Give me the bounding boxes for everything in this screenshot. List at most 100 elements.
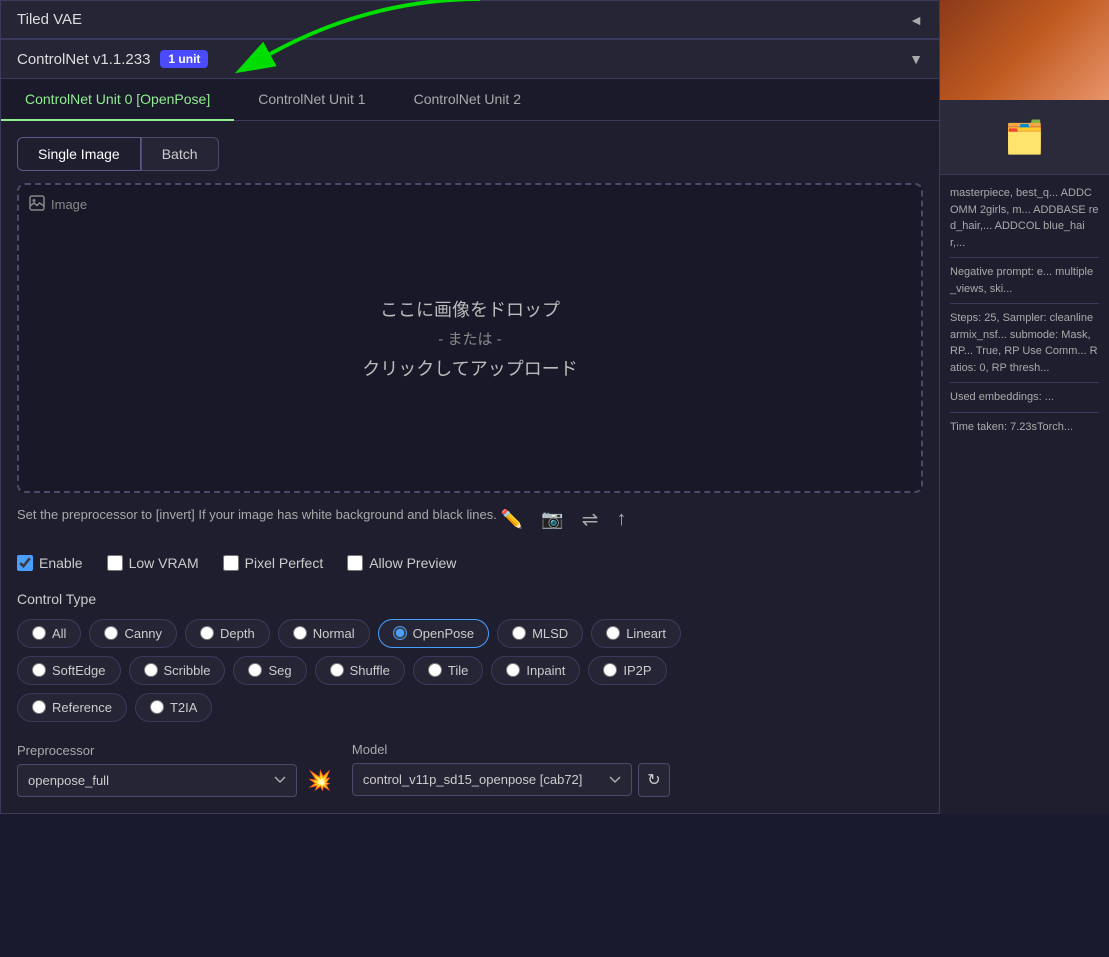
controlnet-content: ControlNet Unit 0 [OpenPose] ControlNet … xyxy=(0,79,940,814)
radio-shuffle[interactable]: Shuffle xyxy=(315,656,405,685)
radio-grid-row3: Reference T2IA xyxy=(17,693,923,722)
radio-softedge-label: SoftEdge xyxy=(52,663,106,678)
radio-shuffle-input[interactable] xyxy=(330,663,344,677)
right-divider-1 xyxy=(950,257,1099,258)
model-label: Model xyxy=(352,742,670,757)
radio-tile[interactable]: Tile xyxy=(413,656,483,685)
low-vram-label: Low VRAM xyxy=(129,555,199,571)
image-tabs: Single Image Batch xyxy=(17,137,923,171)
batch-tab[interactable]: Batch xyxy=(141,137,219,171)
radio-grid-row2: SoftEdge Scribble Seg Shuffle xyxy=(17,656,923,685)
radio-softedge-input[interactable] xyxy=(32,663,46,677)
refresh-btn[interactable]: ↻ xyxy=(638,763,670,797)
right-divider-4 xyxy=(950,412,1099,413)
radio-seg-label: Seg xyxy=(268,663,291,678)
inner-content: Single Image Batch xyxy=(1,121,939,813)
radio-inpaint-input[interactable] xyxy=(506,663,520,677)
radio-reference-input[interactable] xyxy=(32,700,46,714)
enable-checkbox-item[interactable]: Enable xyxy=(17,555,83,571)
pixel-perfect-checkbox[interactable] xyxy=(223,555,239,571)
left-panel: Tiled VAE ◄ ControlNet v1.1.233 1 unit ▼ xyxy=(0,0,940,814)
info-row: Set the preprocessor to [invert] If your… xyxy=(17,505,923,539)
radio-openpose-input[interactable] xyxy=(393,626,407,640)
radio-mlsd-label: MLSD xyxy=(532,626,568,641)
allow-preview-checkbox-item[interactable]: Allow Preview xyxy=(347,555,456,571)
green-arrow xyxy=(170,0,490,87)
radio-seg-input[interactable] xyxy=(248,663,262,677)
fire-btn[interactable]: 💥 xyxy=(303,764,336,797)
main-layout: Tiled VAE ◄ ControlNet v1.1.233 1 unit ▼ xyxy=(0,0,1109,814)
radio-lineart-input[interactable] xyxy=(606,626,620,640)
radio-canny-input[interactable] xyxy=(104,626,118,640)
radio-ip2p-label: IP2P xyxy=(623,663,651,678)
camera-icon-btn[interactable]: 📷 xyxy=(537,505,567,534)
radio-seg[interactable]: Seg xyxy=(233,656,306,685)
radio-ip2p[interactable]: IP2P xyxy=(588,656,666,685)
radio-softedge[interactable]: SoftEdge xyxy=(17,656,121,685)
radio-normal[interactable]: Normal xyxy=(278,619,370,648)
radio-lineart-label: Lineart xyxy=(626,626,666,641)
radio-tile-input[interactable] xyxy=(428,663,442,677)
controlnet-title: ControlNet v1.1.233 xyxy=(17,51,150,68)
preprocessor-group: Preprocessor openpose_full 💥 xyxy=(17,743,336,797)
radio-canny-label: Canny xyxy=(124,626,162,641)
radio-depth-input[interactable] xyxy=(200,626,214,640)
allow-preview-checkbox[interactable] xyxy=(347,555,363,571)
fire-icon: 💥 xyxy=(307,770,332,792)
radio-grid-row1: All Canny Depth Normal xyxy=(17,619,923,648)
tiled-vae-arrow: ◄ xyxy=(909,12,923,28)
embeddings-text: Used embeddings: ... xyxy=(950,389,1099,406)
image-drop-area[interactable]: Image ここに画像をドロップ - または - クリックしてアップロード xyxy=(17,183,923,493)
model-select[interactable]: control_v11p_sd15_openpose [cab72] xyxy=(352,763,632,796)
radio-mlsd-input[interactable] xyxy=(512,626,526,640)
radio-scribble-input[interactable] xyxy=(144,663,158,677)
upload-icon-btn[interactable]: ↑ xyxy=(612,504,630,535)
right-folder: 🗂️ xyxy=(940,100,1109,175)
enable-checkbox[interactable] xyxy=(17,555,33,571)
radio-t2ia[interactable]: T2IA xyxy=(135,693,212,722)
upload-icon: ↑ xyxy=(616,508,626,530)
radio-lineart[interactable]: Lineart xyxy=(591,619,681,648)
drop-text-separator: - または - xyxy=(438,328,501,349)
preprocessor-select-wrapper: openpose_full 💥 xyxy=(17,764,336,797)
radio-normal-input[interactable] xyxy=(293,626,307,640)
radio-all-input[interactable] xyxy=(32,626,46,640)
radio-depth[interactable]: Depth xyxy=(185,619,270,648)
right-text-area: masterpiece, best_q... ADDCOMM 2girls, m… xyxy=(940,175,1109,445)
radio-openpose[interactable]: OpenPose xyxy=(378,619,489,648)
radio-mlsd[interactable]: MLSD xyxy=(497,619,583,648)
allow-preview-label: Allow Preview xyxy=(369,555,456,571)
radio-t2ia-input[interactable] xyxy=(150,700,164,714)
time-taken-text: Time taken: 7.23sTorch... xyxy=(950,419,1099,436)
radio-reference-label: Reference xyxy=(52,700,112,715)
single-image-tab[interactable]: Single Image xyxy=(17,137,141,171)
radio-scribble-label: Scribble xyxy=(164,663,211,678)
radio-scribble[interactable]: Scribble xyxy=(129,656,226,685)
radio-all-label: All xyxy=(52,626,66,641)
radio-all[interactable]: All xyxy=(17,619,81,648)
action-icons: ✏️ 📷 ⇌ ↑ xyxy=(497,503,631,536)
model-select-wrapper: control_v11p_sd15_openpose [cab72] ↻ xyxy=(352,763,670,797)
radio-openpose-label: OpenPose xyxy=(413,626,474,641)
low-vram-checkbox[interactable] xyxy=(107,555,123,571)
radio-canny[interactable]: Canny xyxy=(89,619,177,648)
edit-icon-btn[interactable]: ✏️ xyxy=(497,505,527,534)
folder-icon: 🗂️ xyxy=(1005,118,1045,156)
settings-text: Steps: 25, Sampler: cleanlinearmix_nsf..… xyxy=(950,310,1099,376)
swap-icon-btn[interactable]: ⇌ xyxy=(578,503,603,536)
radio-ip2p-input[interactable] xyxy=(603,663,617,677)
radio-tile-label: Tile xyxy=(448,663,468,678)
radio-t2ia-label: T2IA xyxy=(170,700,197,715)
preprocessor-select[interactable]: openpose_full xyxy=(17,764,297,797)
positive-prompt-text: masterpiece, best_q... ADDCOMM 2girls, m… xyxy=(950,185,1099,251)
checkbox-row: Enable Low VRAM Pixel Perfect Allow Prev… xyxy=(17,555,923,571)
low-vram-checkbox-item[interactable]: Low VRAM xyxy=(107,555,199,571)
controlnet-arrow: ▼ xyxy=(909,51,923,67)
radio-reference[interactable]: Reference xyxy=(17,693,127,722)
radio-inpaint[interactable]: Inpaint xyxy=(491,656,580,685)
radio-inpaint-label: Inpaint xyxy=(526,663,565,678)
camera-icon: 📷 xyxy=(541,509,563,529)
drop-text-upload: クリックしてアップロード xyxy=(362,355,577,381)
pixel-perfect-checkbox-item[interactable]: Pixel Perfect xyxy=(223,555,324,571)
right-divider-2 xyxy=(950,303,1099,304)
